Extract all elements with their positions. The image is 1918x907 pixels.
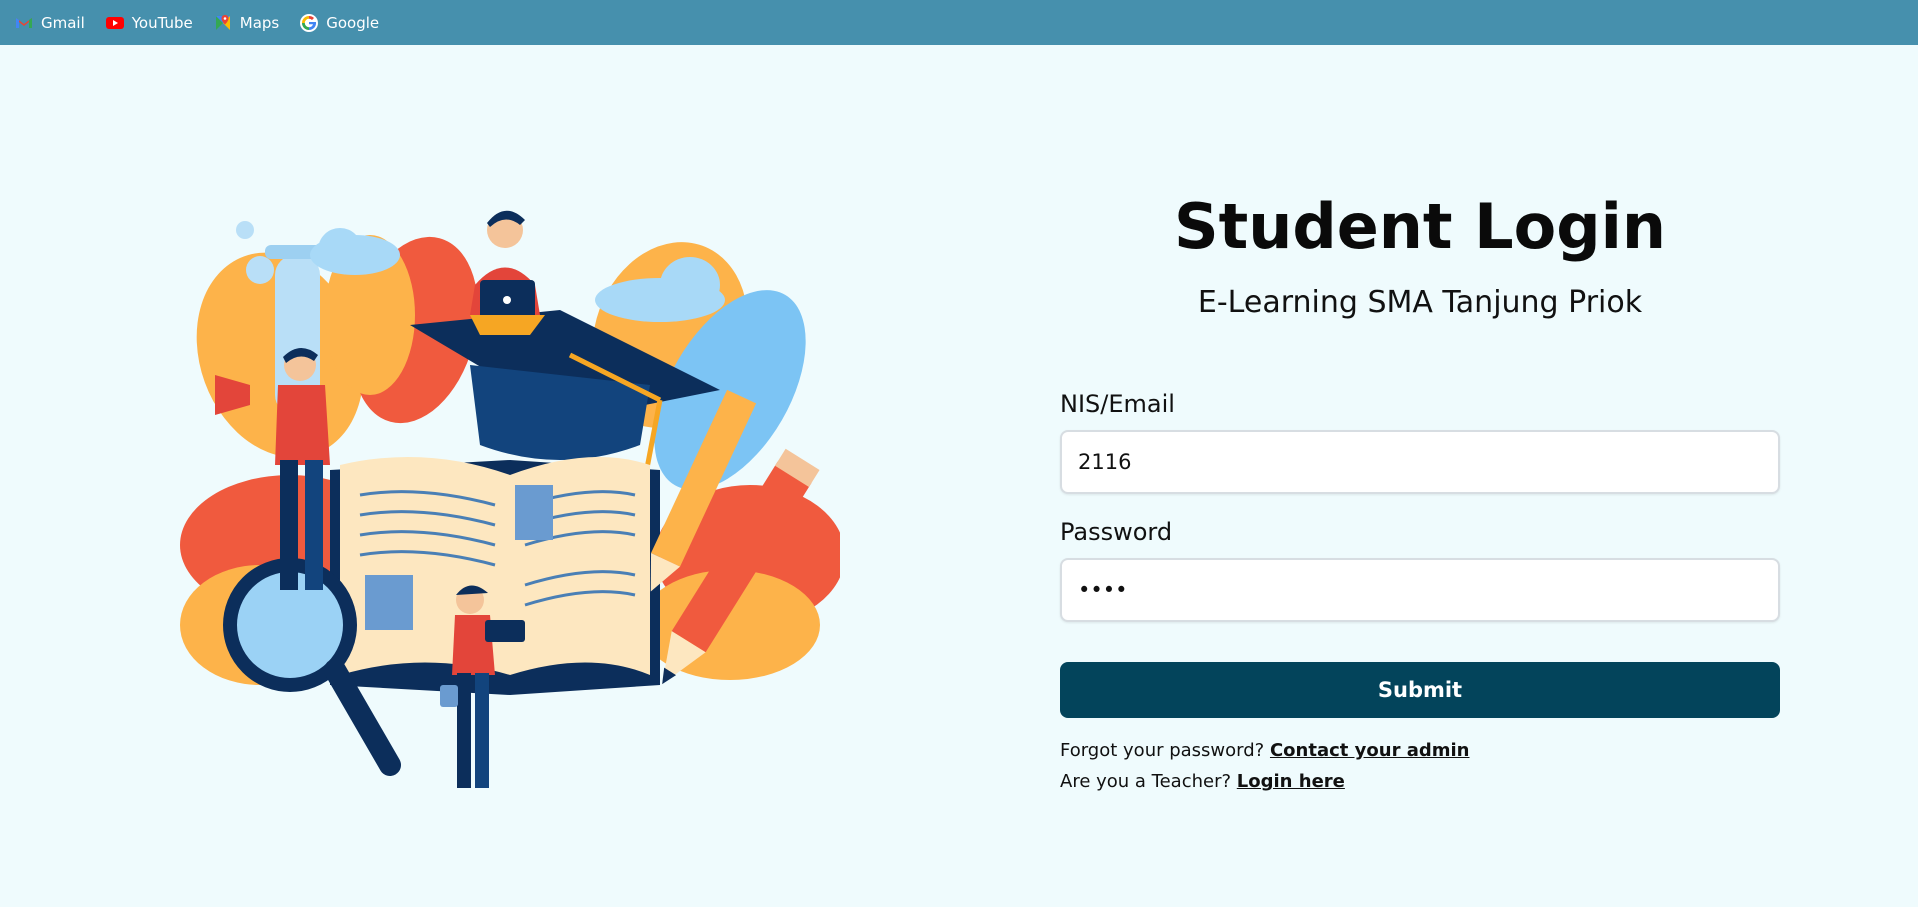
page-subtitle: E-Learning SMA Tanjung Priok xyxy=(1197,285,1643,320)
education-illustration xyxy=(180,210,840,788)
gmail-icon xyxy=(16,17,32,28)
teacher-login-link[interactable]: Login here xyxy=(1237,771,1345,792)
bookmark-google[interactable]: Google xyxy=(299,13,379,33)
nis-input[interactable]: 2116 xyxy=(1060,430,1780,494)
google-icon xyxy=(300,13,319,32)
bookmarks-bar: Gmail YouTube Maps Google xyxy=(0,0,1918,45)
bookmark-label: YouTube xyxy=(131,13,193,32)
contact-admin-link[interactable]: Contact your admin xyxy=(1270,740,1470,761)
forgot-text: Forgot your password? xyxy=(1060,740,1265,761)
maps-icon xyxy=(215,14,230,30)
bookmark-label: Google xyxy=(326,13,380,32)
bookmark-maps[interactable]: Maps xyxy=(213,13,279,33)
password-input[interactable]: •••• xyxy=(1060,558,1780,622)
teacher-text: Are you a Teacher? xyxy=(1060,771,1232,792)
password-label: Password xyxy=(1060,518,1173,546)
bookmark-gmail[interactable]: Gmail xyxy=(14,13,85,33)
bookmark-youtube[interactable]: YouTube xyxy=(105,13,193,33)
login-panel: Student Login E-Learning SMA Tanjung Pri… xyxy=(1060,190,1780,792)
page-title: Student Login xyxy=(1173,190,1667,263)
bookmark-label: Maps xyxy=(239,13,280,32)
submit-button[interactable]: Submit xyxy=(1060,662,1780,718)
forgot-password-line: Forgot your password? Contact your admin xyxy=(1060,740,1780,761)
teacher-login-line: Are you a Teacher? Login here xyxy=(1060,771,1780,792)
nis-label: NIS/Email xyxy=(1060,390,1175,418)
bookmark-label: Gmail xyxy=(41,13,85,32)
youtube-icon xyxy=(105,16,124,29)
